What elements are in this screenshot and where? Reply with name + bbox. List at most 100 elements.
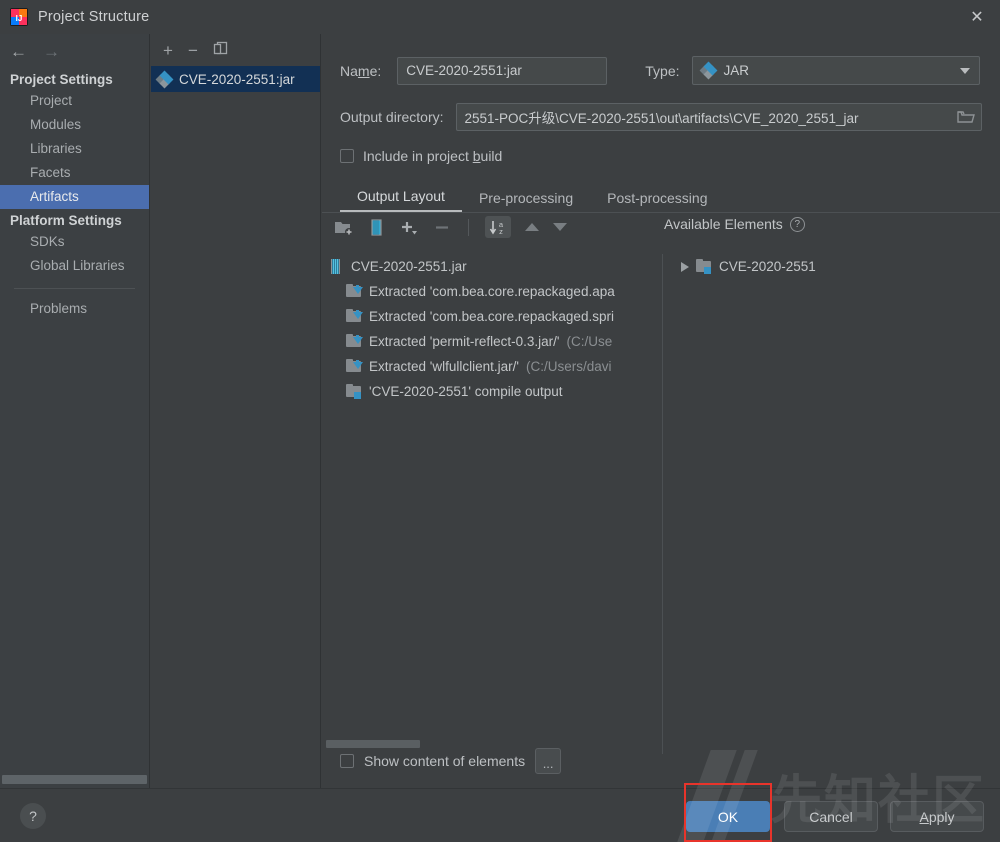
output-layout-panels: CVE-2020-2551.jar Extracted 'com.bea.cor… — [322, 254, 1000, 754]
available-elements-label: Available Elements — [664, 216, 783, 232]
type-label: Type: — [645, 62, 680, 79]
sidebar-item-artifacts[interactable]: Artifacts — [0, 185, 149, 209]
artifact-list-item-label: CVE-2020-2551:jar — [179, 71, 295, 87]
back-arrow-icon[interactable]: ← — [10, 43, 27, 60]
title-bar: IJ Project Structure ✕ — [0, 0, 1000, 34]
intellij-idea-logo-icon: IJ — [10, 8, 28, 26]
sidebar-item-facets[interactable]: Facets — [0, 161, 149, 185]
tree-row[interactable]: 'CVE-2020-2551' compile output — [322, 379, 662, 404]
include-in-project-build-row[interactable]: Include in project build — [322, 148, 1000, 164]
navigation-arrows: ← → — [0, 34, 149, 68]
remove-artifact-icon[interactable]: − — [188, 42, 198, 59]
copy-artifact-icon[interactable] — [213, 41, 228, 59]
settings-sidebar: ← → Project Settings Project Modules Lib… — [0, 34, 150, 788]
include-in-project-build-checkbox[interactable] — [340, 149, 354, 163]
tree-row-label: CVE-2020-2551.jar — [351, 259, 467, 274]
jar-artifact-icon — [155, 70, 174, 88]
output-layout-toolbar: a z Available Elements ? — [322, 213, 1000, 241]
cancel-button[interactable]: Cancel — [784, 801, 878, 832]
add-folder-icon[interactable] — [334, 219, 353, 236]
dialog-footer: ? OK Cancel Apply — [0, 788, 1000, 842]
chevron-down-icon — [959, 68, 970, 74]
sidebar-item-global-libraries[interactable]: Global Libraries — [0, 254, 149, 278]
name-label: Name: — [340, 62, 382, 79]
output-directory-label: Output directory: — [340, 109, 444, 125]
tree-row[interactable]: CVE-2020-2551.jar — [322, 254, 662, 279]
chevron-right-icon[interactable] — [681, 261, 689, 272]
sidebar-item-modules[interactable]: Modules — [0, 113, 149, 137]
tab-post-processing[interactable]: Post-processing — [590, 190, 724, 212]
tree-row-label: Extracted 'com.bea.core.repackaged.apa — [369, 284, 615, 299]
tree-row-path: (C:/Users/davi — [525, 359, 612, 374]
tree-row-label: CVE-2020-2551 — [719, 259, 816, 274]
sidebar-item-sdks[interactable]: SDKs — [0, 230, 149, 254]
output-directory-value: 2551-POC升级\CVE-2020-2551\out\artifacts\C… — [464, 111, 859, 126]
available-elements-tree: CVE-2020-2551 — [663, 254, 1000, 754]
output-directory-input[interactable]: 2551-POC升级\CVE-2020-2551\out\artifacts\C… — [455, 103, 982, 131]
remove-element-icon[interactable] — [433, 219, 452, 236]
add-element-icon[interactable] — [400, 219, 419, 236]
tree-row[interactable]: CVE-2020-2551 — [663, 254, 1000, 279]
tree-row-path: (C:/Use — [566, 334, 613, 349]
sidebar-group-project-settings: Project Settings — [10, 72, 113, 87]
tree-row[interactable]: Extracted 'com.bea.core.repackaged.apa — [322, 279, 662, 304]
folder-browse-icon[interactable] — [957, 109, 975, 124]
move-down-icon[interactable] — [553, 223, 567, 231]
sidebar-item-problems[interactable]: Problems — [0, 297, 149, 321]
sidebar-divider — [14, 288, 135, 289]
svg-text:z: z — [499, 227, 503, 236]
tree-row-label: Extracted 'permit-reflect-0.3.jar/' — [369, 334, 560, 349]
show-content-label: Show content of elements — [364, 753, 526, 769]
svg-text:IJ: IJ — [16, 14, 23, 23]
sidebar-item-project[interactable]: Project — [0, 89, 149, 113]
available-elements-header: Available Elements ? — [664, 216, 805, 232]
sidebar-group-platform-settings: Platform Settings — [10, 213, 122, 228]
extracted-icon — [346, 359, 363, 374]
sidebar-horizontal-scrollbar[interactable] — [2, 775, 147, 784]
tree-row[interactable]: Extracted 'wlfullclient.jar/' (C:/Users/… — [322, 354, 662, 379]
tree-row[interactable]: Extracted 'permit-reflect-0.3.jar/' (C:/… — [322, 329, 662, 354]
sidebar-item-libraries[interactable]: Libraries — [0, 137, 149, 161]
extracted-icon — [346, 334, 363, 349]
name-input[interactable]: CVE-2020-2551:jar — [397, 56, 608, 85]
help-icon[interactable]: ? — [789, 216, 805, 232]
extracted-icon — [346, 284, 363, 299]
show-content-checkbox[interactable] — [340, 754, 354, 768]
show-content-row: Show content of elements ... — [340, 748, 562, 774]
extracted-icon — [346, 309, 363, 324]
compile-output-icon — [346, 384, 362, 399]
artifact-editor-panel: Name: CVE-2020-2551:jar Type: JAR Output… — [322, 34, 1000, 788]
toolbar-divider — [468, 218, 469, 236]
type-select-value: JAR — [723, 63, 750, 78]
artifacts-list-panel: + − CVE-2020-2551:jar — [151, 34, 321, 788]
name-input-value: CVE-2020-2551:jar — [406, 63, 522, 78]
ok-button[interactable]: OK — [686, 801, 770, 832]
forward-arrow-icon[interactable]: → — [43, 43, 60, 60]
output-directory-row: Output directory: 2551-POC升级\CVE-2020-25… — [322, 103, 1000, 131]
jar-artifact-icon — [699, 61, 717, 80]
close-icon[interactable]: ✕ — [954, 0, 1000, 34]
tree-row[interactable]: Extracted 'com.bea.core.repackaged.spri — [322, 304, 662, 329]
sort-az-icon[interactable]: a z — [485, 216, 511, 238]
help-icon[interactable]: ? — [20, 803, 46, 829]
project-structure-dialog: IJ Project Structure ✕ ← → Project Setti… — [0, 0, 1000, 842]
move-up-icon[interactable] — [525, 223, 539, 231]
artifacts-toolbar: + − — [151, 34, 320, 66]
compile-output-icon — [696, 259, 712, 274]
tab-pre-processing[interactable]: Pre-processing — [462, 190, 590, 212]
editor-tabs: Output Layout Pre-processing Post-proces… — [322, 182, 1000, 212]
more-options-button[interactable]: ... — [535, 748, 562, 774]
type-select[interactable]: JAR — [691, 56, 980, 85]
add-archive-icon[interactable] — [367, 218, 386, 236]
output-layout-tree: CVE-2020-2551.jar Extracted 'com.bea.cor… — [322, 254, 663, 754]
tab-output-layout[interactable]: Output Layout — [340, 188, 462, 212]
artifact-list-item[interactable]: CVE-2020-2551:jar — [151, 66, 320, 92]
apply-button[interactable]: Apply — [890, 801, 984, 832]
include-in-project-build-label: Include in project build — [363, 148, 503, 164]
tree-horizontal-scrollbar[interactable] — [326, 740, 420, 748]
tree-row-label: 'CVE-2020-2551' compile output — [369, 384, 563, 399]
window-title: Project Structure — [38, 9, 150, 25]
add-artifact-icon[interactable]: + — [163, 42, 173, 59]
name-type-row: Name: CVE-2020-2551:jar Type: JAR — [322, 56, 1000, 85]
jar-file-icon — [328, 259, 344, 274]
